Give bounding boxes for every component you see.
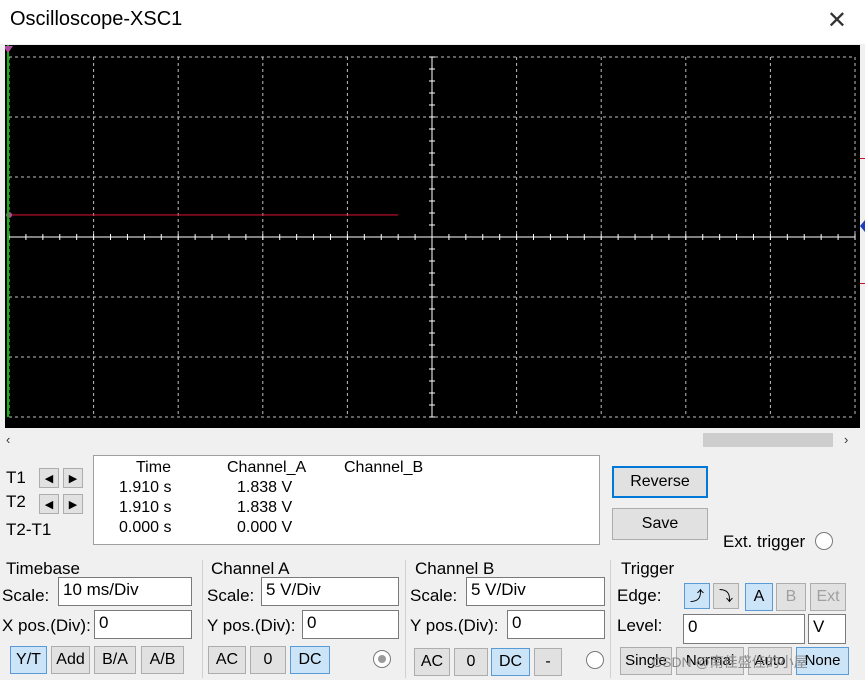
timebase-scale-label: Scale:	[2, 586, 50, 605]
t2-label: T2	[6, 492, 26, 511]
separator	[202, 560, 203, 678]
readout-t2-time: 1.910 s	[119, 499, 172, 516]
channel-a-dc-button[interactable]: DC	[290, 646, 330, 674]
t1-label: T1	[6, 468, 26, 487]
channel-b-dc-button[interactable]: DC	[491, 648, 530, 676]
scroll-left-icon[interactable]: ‹	[6, 430, 10, 450]
horizontal-scrollbar[interactable]: ‹ ›	[0, 430, 865, 450]
scroll-right-icon[interactable]: ›	[844, 430, 848, 450]
readout-t1-channel-a: 1.838 V	[237, 479, 293, 496]
channel-a-scale-field[interactable]: 5 V/Div	[261, 577, 399, 606]
trigger-source-b-button[interactable]: B	[776, 583, 806, 611]
channel-a-ypos-label: Y pos.(Div):	[207, 616, 296, 635]
t2-left-button[interactable]: ◀	[39, 494, 59, 514]
reverse-button[interactable]: Reverse	[612, 466, 708, 498]
ext-trigger-label: Ext. trigger	[723, 532, 806, 551]
readout-diff-time: 0.000 s	[119, 519, 172, 536]
channel-b-offset-marker	[860, 283, 865, 284]
separator	[610, 560, 611, 678]
trigger-edge-label: Edge:	[617, 586, 662, 605]
channel-a-scale-label: Scale:	[207, 586, 255, 605]
trigger-level-label: Level:	[617, 616, 663, 635]
channel-b-scale-field[interactable]: 5 V/Div	[466, 577, 605, 606]
channel-a-offset-marker	[860, 158, 865, 159]
t2-right-button[interactable]: ▶	[63, 494, 83, 514]
channel-b-ypos-field[interactable]: 0	[507, 610, 605, 639]
scroll-thumb[interactable]	[703, 433, 833, 447]
b-over-a-mode-button[interactable]: B/A	[94, 646, 136, 674]
t2-t1-label: T2-T1	[6, 520, 52, 539]
readout-t1-time: 1.910 s	[119, 479, 172, 496]
title-bar: Oscilloscope-XSC1 ✕	[0, 0, 865, 44]
radio-dot	[378, 655, 386, 663]
close-icon[interactable]: ✕	[827, 6, 847, 35]
a-over-b-mode-button[interactable]: A/B	[141, 646, 184, 674]
ext-trigger-terminal[interactable]	[815, 532, 833, 550]
add-mode-button[interactable]: Add	[51, 646, 90, 674]
readout-header-time: Time	[136, 459, 171, 476]
rising-edge-icon[interactable]: ⤴	[684, 583, 710, 609]
save-button[interactable]: Save	[612, 508, 708, 540]
window-title: Oscilloscope-XSC1	[10, 8, 183, 30]
channel-b-ypos-label: Y pos.(Div):	[410, 616, 499, 635]
readout-diff-channel-a: 0.000 V	[237, 519, 293, 536]
channel-b-title: Channel B	[415, 559, 495, 578]
t1-left-button[interactable]: ◀	[39, 468, 59, 488]
channel-a-terminal[interactable]	[373, 650, 391, 668]
channel-a-ac-button[interactable]: AC	[208, 646, 246, 674]
trigger-source-ext-button[interactable]: Ext	[810, 583, 846, 611]
scope-plot	[3, 45, 856, 418]
yt-mode-button[interactable]: Y/T	[10, 646, 47, 674]
timebase-xpos-field[interactable]: 0	[94, 610, 192, 639]
channel-a-zero-button[interactable]: 0	[250, 646, 286, 674]
channel-b-scale-label: Scale:	[410, 586, 458, 605]
timebase-title: Timebase	[6, 559, 81, 578]
watermark: CSDN @南佳盛佳的小屋	[652, 654, 808, 670]
channel-a-ypos-field[interactable]: 0	[302, 610, 399, 639]
separator	[405, 560, 406, 678]
trigger-title: Trigger	[621, 559, 675, 578]
falling-edge-icon[interactable]: ⤵	[713, 583, 739, 609]
channel-b-ac-button[interactable]: AC	[414, 648, 450, 676]
timebase-scale-field[interactable]: 10 ms/Div	[58, 577, 192, 606]
readout-header-channel-b: Channel_B	[344, 459, 424, 476]
trigger-source-a-button[interactable]: A	[745, 583, 773, 611]
channel-a-title: Channel A	[211, 559, 290, 578]
readout-t2-channel-a: 1.838 V	[237, 499, 293, 516]
t1-right-button[interactable]: ▶	[63, 468, 83, 488]
cursor-readout-table: Time Channel_A Channel_B 1.910 s 1.838 V…	[93, 455, 600, 545]
trigger-level-field[interactable]: 0	[683, 614, 805, 644]
scope-screen	[3, 45, 860, 428]
trigger-level-marker-icon	[860, 220, 865, 232]
channel-b-invert-button[interactable]: -	[534, 648, 562, 676]
channel-b-terminal[interactable]	[586, 651, 604, 669]
timebase-xpos-label: X pos.(Div):	[2, 616, 91, 635]
channel-b-zero-button[interactable]: 0	[454, 648, 488, 676]
readout-header-channel-a: Channel_A	[227, 459, 307, 476]
trigger-level-unit-select[interactable]: V	[808, 614, 846, 644]
